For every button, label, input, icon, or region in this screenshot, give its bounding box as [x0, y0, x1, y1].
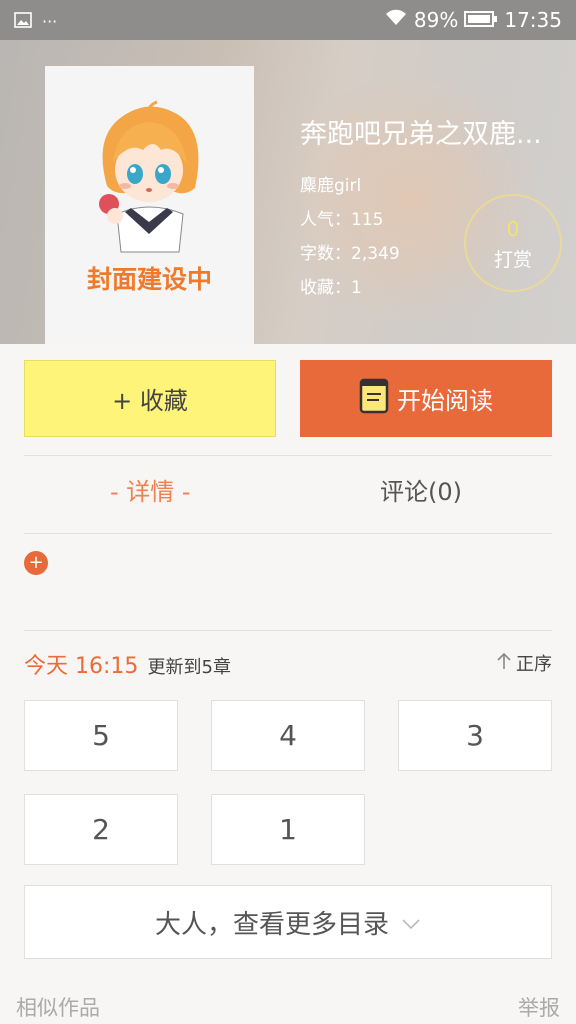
book-header: 封面建设中 奔跑吧兄弟之双鹿... 麋鹿girl 人气：115 字数：2,349…	[0, 40, 576, 344]
tab-comments[interactable]: 评论(0)	[380, 472, 462, 507]
more-catalog-button[interactable]: 大人，查看更多目录	[24, 885, 552, 959]
battery-icon	[464, 8, 498, 32]
report-link[interactable]: 举报	[518, 992, 560, 1022]
update-info: 今天 16:15 更新到5章 正序	[24, 648, 552, 680]
reward-count: 0	[506, 217, 520, 241]
battery-percent: 89%	[413, 8, 459, 32]
image-icon	[14, 9, 32, 33]
divider	[24, 455, 552, 456]
chapter-button[interactable]: 4	[211, 700, 365, 771]
start-reading-label: 开始阅读	[397, 387, 493, 415]
chapter-button[interactable]: 2	[24, 794, 178, 865]
reward-button[interactable]: 0 打赏	[464, 194, 562, 292]
sort-toggle[interactable]: 正序	[496, 650, 552, 676]
book-icon	[359, 378, 389, 420]
chapter-button[interactable]: 3	[398, 700, 552, 771]
chapter-button[interactable]: 5	[24, 700, 178, 771]
similar-works-heading: 相似作品	[16, 996, 100, 1020]
tab-detail[interactable]: - 详情 -	[110, 472, 191, 507]
chapter-number: 3	[466, 719, 484, 752]
book-title: 奔跑吧兄弟之双鹿...	[300, 119, 542, 150]
mascot-illustration	[99, 100, 199, 253]
chapter-button[interactable]: 1	[211, 794, 365, 865]
collect-label: + 收藏	[112, 387, 188, 415]
clock: 17:35	[504, 8, 562, 32]
chevron-down-icon	[401, 907, 421, 937]
expand-plus-icon[interactable]: +	[24, 551, 48, 575]
update-text: 更新到5章	[147, 657, 231, 678]
more-notifications-icon: ···	[42, 11, 58, 31]
more-catalog-label: 大人，查看更多目录	[154, 909, 389, 940]
cover-caption: 封面建设中	[86, 265, 212, 294]
reward-label: 打赏	[493, 249, 532, 271]
book-cover[interactable]: 封面建设中	[45, 66, 254, 344]
chapter-number: 2	[92, 813, 110, 846]
divider	[24, 533, 552, 534]
update-time: 今天 16:15	[24, 654, 139, 679]
start-reading-button[interactable]: 开始阅读	[300, 360, 552, 437]
chapter-number: 4	[279, 719, 297, 752]
collect-button[interactable]: + 收藏	[24, 360, 276, 437]
wifi-icon	[384, 8, 408, 32]
status-bar: ··· 89% 17:35	[0, 0, 576, 40]
arrow-up-icon	[496, 652, 512, 675]
chapter-number: 5	[92, 719, 110, 752]
divider	[24, 630, 552, 631]
sort-label: 正序	[516, 654, 552, 675]
chapter-number: 1	[279, 813, 297, 846]
